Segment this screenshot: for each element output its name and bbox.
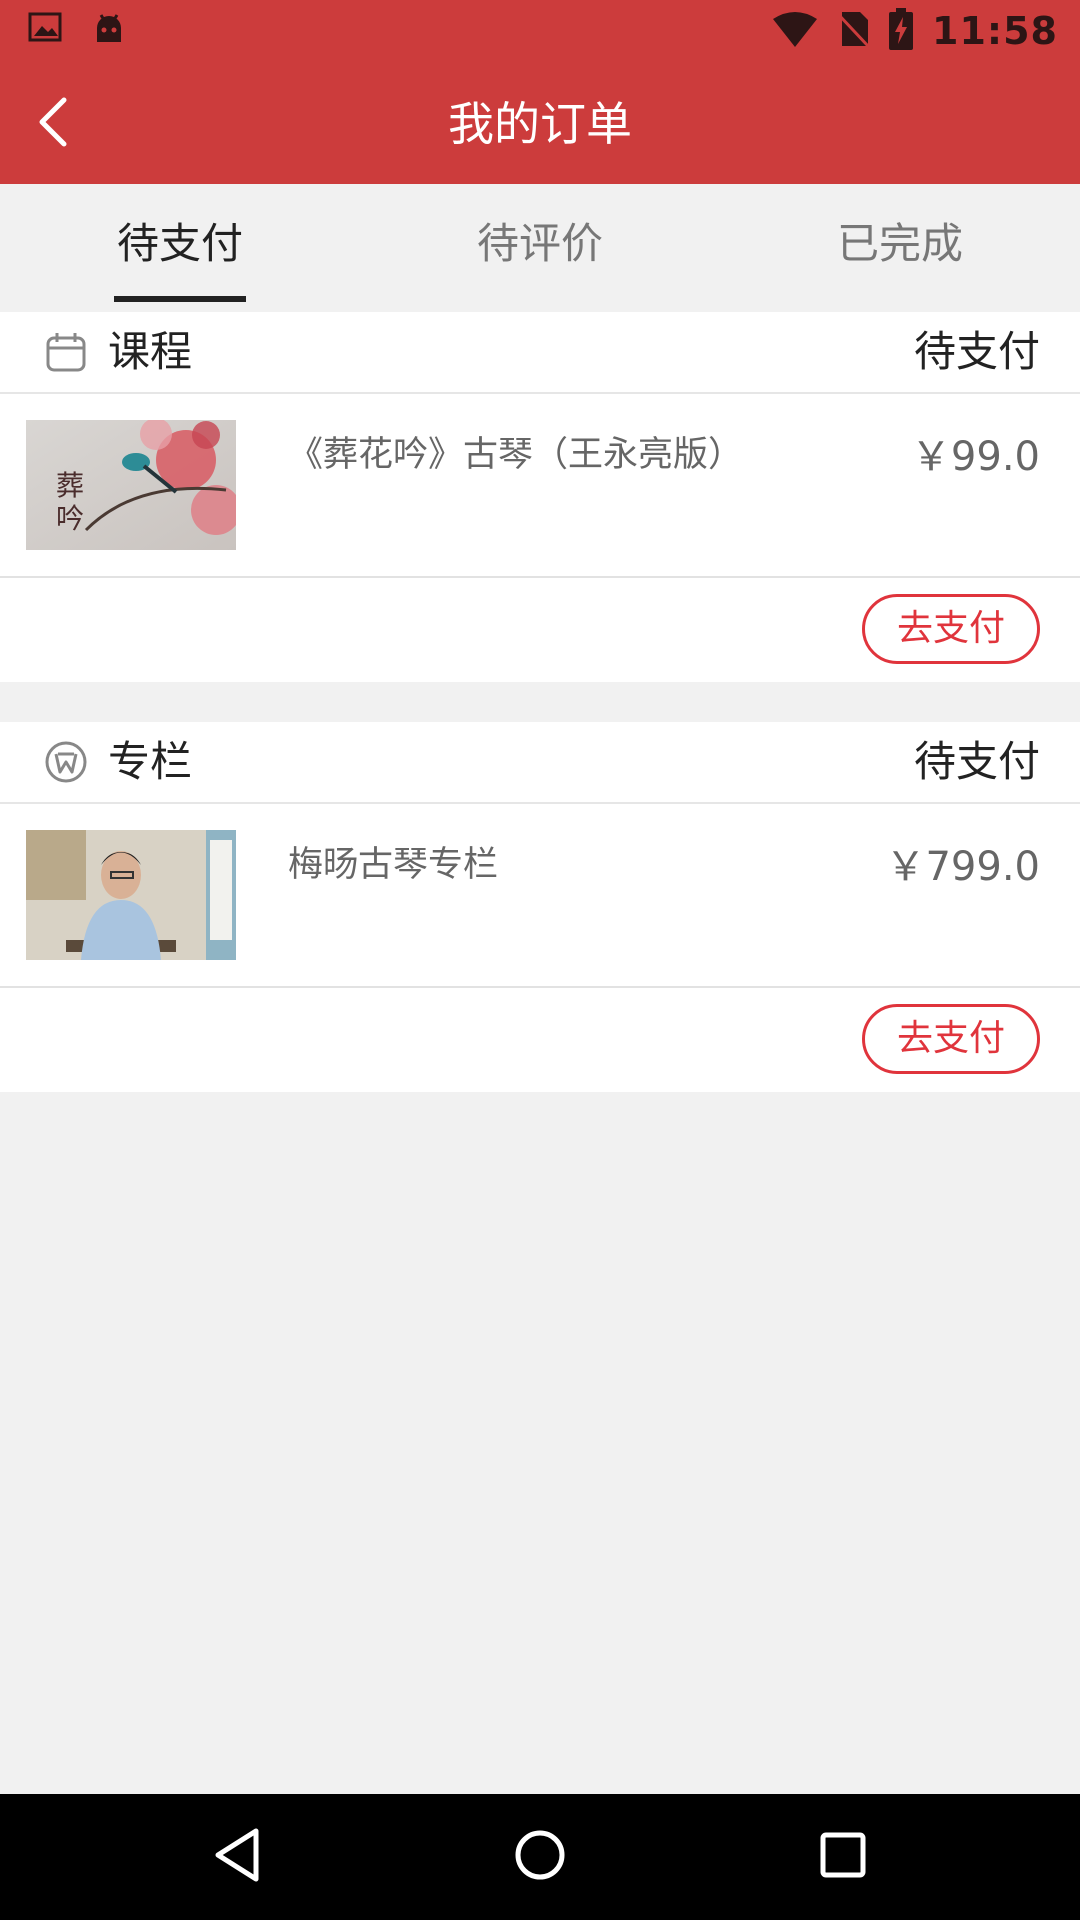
nav-recents-button[interactable] (808, 1822, 878, 1892)
nav-back-button[interactable] (202, 1822, 272, 1892)
system-nav-bar (0, 1794, 1080, 1920)
recents-square-icon (818, 1830, 868, 1884)
page-title: 我的订单 (448, 97, 632, 151)
battery-charging-icon (888, 8, 914, 54)
order-type-label: 课程 (108, 327, 193, 376)
order-card: 课程 待支付 葬 吟 《葬花吟》古琴（王永亮版） ￥99.0 去支付 (0, 312, 1080, 682)
pay-button[interactable]: 去支付 (862, 594, 1040, 664)
order-card-header: 专栏 待支付 (0, 722, 1080, 804)
order-item-title: 梅旸古琴专栏 (288, 845, 499, 885)
tab-active-indicator (114, 296, 246, 302)
order-type-label: 专栏 (108, 737, 193, 786)
android-icon (92, 12, 126, 50)
order-card-footer: 去支付 (0, 578, 1080, 682)
wifi-icon (772, 11, 818, 51)
status-bar: 11:58 (0, 0, 1080, 64)
no-sim-icon (836, 10, 870, 52)
order-card: 专栏 待支付 梅旸古琴专栏 ￥799.0 去支付 (0, 722, 1080, 1092)
tab-pending-review[interactable]: 待评价 (360, 184, 720, 312)
pay-button[interactable]: 去支付 (862, 1004, 1040, 1074)
nav-home-button[interactable] (505, 1822, 575, 1892)
tab-label: 已完成 (836, 219, 963, 268)
column-thumbnail (26, 830, 236, 960)
image-icon (28, 12, 62, 50)
calendar-icon (44, 330, 88, 374)
order-tabs: 待支付 待评价 已完成 (0, 184, 1080, 312)
svg-text:葬: 葬 (56, 469, 84, 502)
order-card-footer: 去支付 (0, 988, 1080, 1092)
order-item[interactable]: 葬 吟 《葬花吟》古琴（王永亮版） ￥99.0 (0, 394, 1080, 578)
tab-label: 待评价 (476, 219, 603, 268)
column-w-icon (44, 740, 88, 784)
order-item[interactable]: 梅旸古琴专栏 ￥799.0 (0, 804, 1080, 988)
order-status: 待支付 (913, 327, 1040, 376)
tab-label: 待支付 (116, 219, 243, 268)
order-card-header: 课程 待支付 (0, 312, 1080, 394)
tab-pending-payment[interactable]: 待支付 (0, 184, 360, 312)
order-status: 待支付 (913, 737, 1040, 786)
app-bar: 我的订单 (0, 64, 1080, 184)
order-item-title: 《葬花吟》古琴（王永亮版） (288, 435, 744, 475)
svg-text:吟: 吟 (56, 502, 84, 535)
course-thumbnail: 葬 吟 (26, 420, 236, 550)
order-item-price: ￥799.0 (885, 844, 1040, 890)
order-item-price: ￥99.0 (910, 434, 1040, 480)
status-time: 11:58 (932, 9, 1058, 53)
tab-completed[interactable]: 已完成 (720, 184, 1080, 312)
home-circle-icon (513, 1828, 567, 1886)
back-triangle-icon (212, 1827, 262, 1887)
